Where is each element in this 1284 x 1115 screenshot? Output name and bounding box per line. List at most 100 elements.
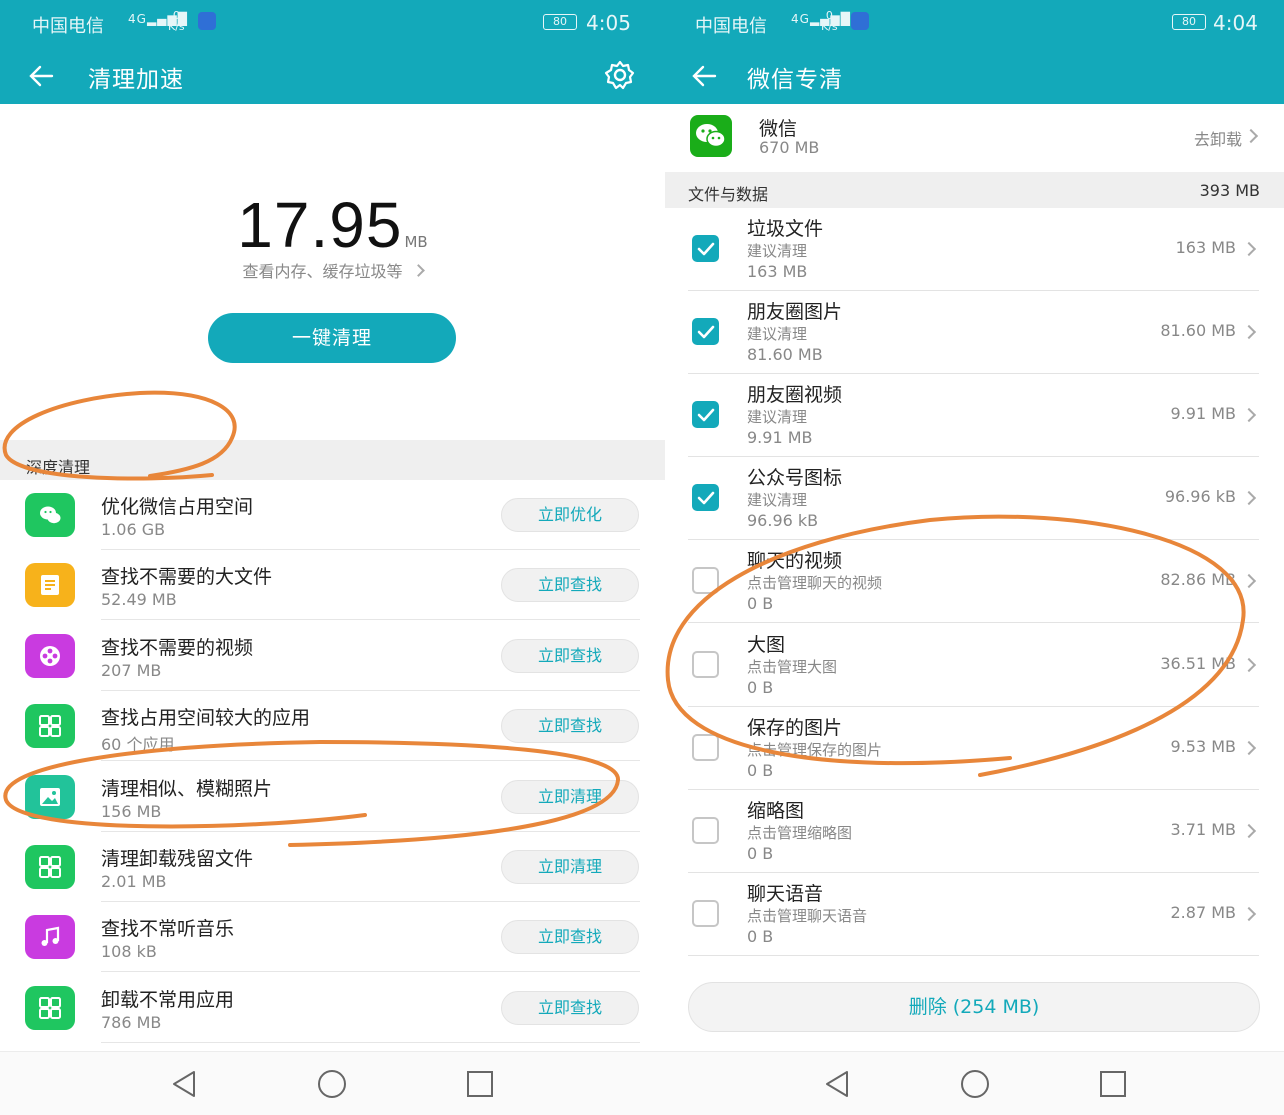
- nav-home-icon[interactable]: [959, 1068, 991, 1100]
- file-size: 3.71 MB: [1170, 819, 1237, 839]
- status-bar: 中国电信 4G▂▄▆█ 0 K/s 80 4:05: [0, 0, 665, 48]
- file-category-row[interactable]: 聊天的视频 点击管理聊天的视频 0 B 82.86 MB: [665, 540, 1284, 624]
- item-action-button[interactable]: 立即清理: [501, 850, 639, 884]
- checkbox-unchecked[interactable]: [692, 567, 719, 595]
- item-action-button[interactable]: 立即查找: [501, 709, 639, 744]
- item-action-button[interactable]: 立即查找: [501, 920, 639, 955]
- nav-back-icon[interactable]: [821, 1068, 853, 1100]
- app-bar: 清理加速: [0, 48, 665, 104]
- chevron-right-icon: [1241, 408, 1257, 423]
- deep-clean-item[interactable]: 查找占用空间较大的应用 60 个应用 立即查找: [0, 691, 665, 762]
- item-title: 优化微信占用空间: [101, 496, 254, 518]
- checkbox-unchecked[interactable]: [692, 733, 719, 761]
- checkbox-checked[interactable]: [692, 401, 719, 429]
- item-detail: 52.49 MB: [101, 590, 177, 610]
- file-category-row[interactable]: 聊天语音 点击管理聊天语音 0 B 2.87 MB: [665, 873, 1284, 956]
- memory-cache-link[interactable]: 查看内存、缓存垃圾等: [0, 258, 665, 282]
- clock: 4:04: [1213, 11, 1258, 35]
- file-title: 朋友圈视频: [747, 384, 843, 407]
- item-detail: 108 kB: [101, 942, 157, 962]
- app-grid-icon: [25, 845, 75, 889]
- notification-icon: [198, 12, 216, 30]
- status-bar: 中国电信 4G▂▄▆█ 0 K/s 80 4:04: [665, 0, 1284, 48]
- settings-gear-icon[interactable]: [603, 58, 637, 92]
- back-arrow-icon[interactable]: [689, 60, 721, 92]
- file-category-row[interactable]: 保存的图片 点击管理保存的图片 0 B 9.53 MB: [665, 707, 1284, 790]
- item-detail: 60 个应用: [101, 735, 175, 755]
- back-arrow-icon[interactable]: [26, 60, 58, 92]
- item-title: 卸载不常用应用: [101, 988, 235, 1011]
- item-detail: 2.01 MB: [101, 872, 167, 891]
- file-amount: 163 MB: [747, 262, 808, 281]
- chevron-right-icon: [1241, 491, 1257, 506]
- file-title: 垃圾文件: [747, 218, 824, 240]
- app-bar: 微信专清: [665, 48, 1284, 104]
- wechat-clean-screen: 中国电信 4G▂▄▆█ 0 K/s 80 4:04 微信专清 微信 670 MB …: [665, 0, 1284, 1115]
- nav-recents-icon[interactable]: [464, 1068, 496, 1100]
- file-category-row[interactable]: 朋友圈视频 建议清理 9.91 MB 9.91 MB: [665, 374, 1284, 458]
- file-title: 聊天的视频: [747, 550, 843, 573]
- deep-clean-section-header: 深度清理: [0, 440, 665, 480]
- file-category-row[interactable]: 公众号图标 建议清理 96.96 kB 96.96 kB: [665, 457, 1284, 541]
- item-action-button[interactable]: 立即清理: [501, 779, 639, 814]
- checkbox-checked[interactable]: [692, 484, 719, 512]
- nav-back-icon[interactable]: [168, 1068, 200, 1100]
- chevron-right-icon: [411, 264, 425, 277]
- checkbox-checked[interactable]: [692, 235, 719, 262]
- item-action-button[interactable]: 立即优化: [501, 498, 639, 532]
- document-icon: [25, 563, 75, 608]
- checkbox-unchecked[interactable]: [692, 899, 719, 927]
- file-title: 大图: [747, 633, 786, 656]
- delete-button[interactable]: 删除 (254 MB): [688, 982, 1260, 1032]
- file-amount: 0 B: [747, 760, 774, 780]
- item-action-button[interactable]: 立即查找: [501, 990, 639, 1025]
- photo-icon: [25, 774, 75, 819]
- file-hint: 建议清理: [747, 325, 808, 344]
- deep-clean-item[interactable]: 清理卸载残留文件 2.01 MB 立即清理: [0, 832, 665, 902]
- deep-clean-item[interactable]: 查找不常听音乐 108 kB 立即查找: [0, 902, 665, 973]
- checkbox-checked[interactable]: [692, 318, 719, 346]
- file-size: 9.91 MB: [1170, 404, 1237, 424]
- chevron-right-icon: [1241, 325, 1257, 340]
- deep-clean-item[interactable]: 卸载不常用应用 786 MB 立即查找: [0, 973, 665, 1043]
- file-amount: 81.60 MB: [747, 345, 823, 365]
- network-speed: 0 K/s: [168, 9, 185, 33]
- battery-icon: 80: [543, 14, 577, 30]
- deep-clean-item[interactable]: 查找不需要的视频 207 MB 立即查找: [0, 621, 665, 691]
- chevron-right-icon: [1243, 128, 1259, 144]
- file-size: 2.87 MB: [1170, 902, 1237, 922]
- file-hint: 点击管理聊天的视频: [747, 574, 883, 593]
- file-category-row[interactable]: 缩略图 点击管理缩略图 0 B 3.71 MB: [665, 790, 1284, 873]
- file-title: 聊天语音: [747, 882, 824, 905]
- carrier-label: 中国电信: [32, 16, 104, 37]
- checkbox-unchecked[interactable]: [692, 650, 719, 678]
- wechat-icon: [690, 115, 732, 157]
- wechat-app-row[interactable]: 微信 670 MB 去卸载: [665, 104, 1284, 168]
- item-title: 查找不需要的大文件: [101, 566, 273, 589]
- chevron-right-icon: [1241, 241, 1257, 257]
- file-title: 缩略图: [747, 799, 805, 822]
- uninstall-link[interactable]: 去卸载: [1194, 126, 1242, 150]
- app-grid-icon: [25, 704, 75, 749]
- file-hint: 建议清理: [747, 242, 808, 260]
- item-action-button[interactable]: 立即查找: [501, 638, 639, 673]
- item-title: 清理相似、模糊照片: [101, 777, 273, 800]
- file-category-row[interactable]: 朋友圈图片 建议清理 81.60 MB 81.60 MB: [665, 291, 1284, 375]
- file-size: 96.96 kB: [1164, 487, 1236, 507]
- one-key-clean-button[interactable]: 一键清理: [208, 313, 456, 363]
- file-category-row[interactable]: 大图 点击管理大图 0 B 36.51 MB: [665, 624, 1284, 707]
- file-hint: 点击管理聊天语音: [747, 906, 868, 925]
- file-size: 163 MB: [1175, 238, 1236, 257]
- item-title: 清理卸载残留文件: [101, 848, 254, 870]
- deep-clean-item[interactable]: 查找不需要的大文件 52.49 MB 立即查找: [0, 550, 665, 621]
- item-detail: 207 MB: [101, 660, 162, 680]
- app-size: 670 MB: [759, 138, 820, 157]
- deep-clean-item[interactable]: 优化微信占用空间 1.06 GB 立即优化: [0, 480, 665, 550]
- item-action-button[interactable]: 立即查找: [501, 568, 639, 603]
- checkbox-unchecked[interactable]: [692, 816, 719, 844]
- nav-recents-icon[interactable]: [1097, 1068, 1129, 1100]
- file-category-row[interactable]: 垃圾文件建议清理 163 MB 163 MB: [665, 208, 1284, 291]
- deep-clean-item[interactable]: 清理相似、模糊照片 156 MB 立即清理: [0, 762, 665, 832]
- nav-home-icon[interactable]: [316, 1068, 348, 1100]
- junk-total: 17.95 MB: [0, 188, 665, 262]
